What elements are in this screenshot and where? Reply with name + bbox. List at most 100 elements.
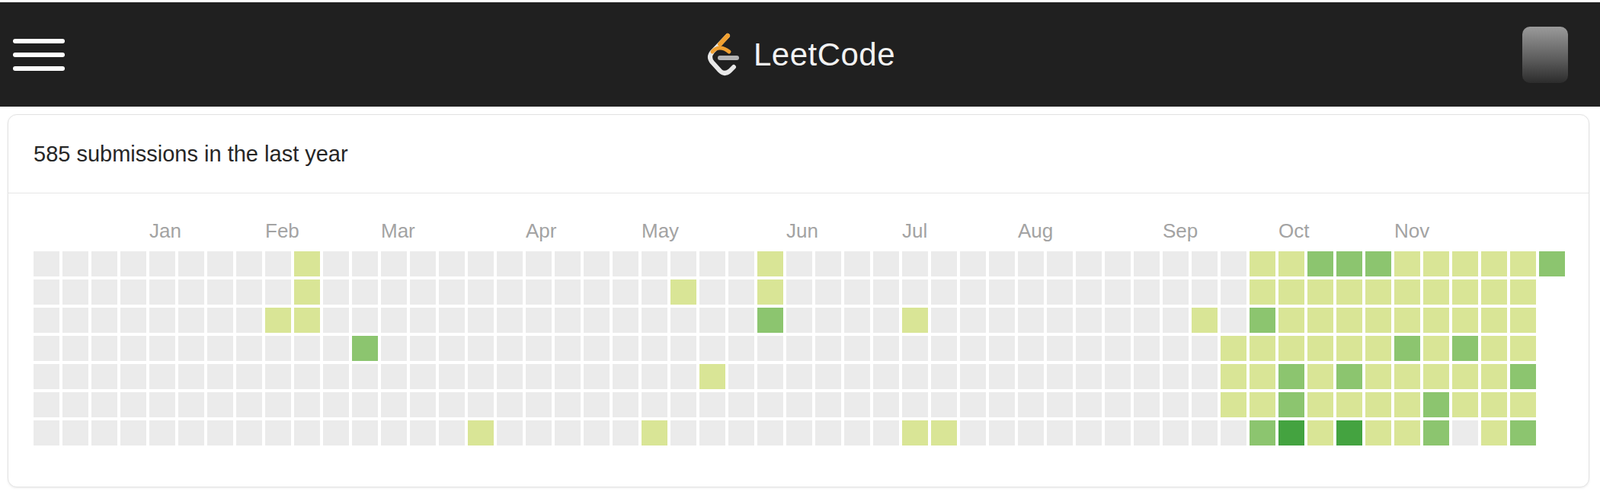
day-cell[interactable] (670, 392, 697, 418)
day-cell[interactable] (352, 336, 378, 362)
day-cell[interactable] (728, 336, 755, 362)
day-cell[interactable] (1191, 307, 1218, 333)
day-cell[interactable] (960, 251, 986, 277)
day-cell[interactable] (988, 336, 1015, 362)
day-cell[interactable] (496, 336, 523, 362)
day-cell[interactable] (207, 279, 234, 305)
day-cell[interactable] (438, 279, 465, 305)
day-cell[interactable] (496, 251, 523, 277)
day-cell[interactable] (1162, 392, 1189, 418)
day-cell[interactable] (149, 420, 176, 446)
day-cell[interactable] (612, 364, 639, 390)
day-cell[interactable] (62, 392, 89, 418)
day-cell[interactable] (902, 364, 928, 390)
day-cell[interactable] (149, 279, 176, 305)
day-cell[interactable] (1278, 336, 1305, 362)
day-cell[interactable] (1307, 392, 1334, 418)
day-cell[interactable] (1423, 420, 1450, 446)
day-cell[interactable] (1423, 279, 1450, 305)
day-cell[interactable] (91, 251, 118, 277)
day-cell[interactable] (641, 251, 668, 277)
day-cell[interactable] (1481, 251, 1508, 277)
day-cell[interactable] (1017, 364, 1044, 390)
day-cell[interactable] (931, 251, 957, 277)
day-cell[interactable] (1539, 251, 1565, 277)
day-cell[interactable] (33, 336, 60, 362)
day-cell[interactable] (178, 336, 205, 362)
day-cell[interactable] (670, 420, 697, 446)
day-cell[interactable] (1365, 392, 1392, 418)
day-cell[interactable] (496, 420, 523, 446)
day-cell[interactable] (728, 307, 755, 333)
day-cell[interactable] (757, 251, 784, 277)
day-cell[interactable] (641, 420, 668, 446)
day-cell[interactable] (1365, 307, 1392, 333)
day-cell[interactable] (844, 251, 871, 277)
day-cell[interactable] (496, 279, 523, 305)
day-cell[interactable] (1075, 364, 1102, 390)
day-cell[interactable] (1452, 392, 1479, 418)
day-cell[interactable] (294, 307, 320, 333)
day-cell[interactable] (1481, 279, 1508, 305)
day-cell[interactable] (352, 251, 378, 277)
day-cell[interactable] (409, 279, 436, 305)
day-cell[interactable] (525, 336, 552, 362)
day-cell[interactable] (960, 392, 986, 418)
day-cell[interactable] (149, 307, 176, 333)
day-cell[interactable] (1278, 251, 1305, 277)
day-cell[interactable] (583, 392, 610, 418)
day-cell[interactable] (120, 392, 147, 418)
day-cell[interactable] (902, 420, 928, 446)
day-cell[interactable] (438, 420, 465, 446)
day-cell[interactable] (583, 420, 610, 446)
day-cell[interactable] (1191, 251, 1218, 277)
day-cell[interactable] (178, 279, 205, 305)
day-cell[interactable] (1249, 251, 1276, 277)
day-cell[interactable] (178, 420, 205, 446)
day-cell[interactable] (380, 420, 407, 446)
day-cell[interactable] (1307, 251, 1334, 277)
day-cell[interactable] (1191, 336, 1218, 362)
day-cell[interactable] (1162, 364, 1189, 390)
day-cell[interactable] (438, 336, 465, 362)
day-cell[interactable] (612, 279, 639, 305)
day-cell[interactable] (409, 392, 436, 418)
day-cell[interactable] (1133, 279, 1160, 305)
day-cell[interactable] (1452, 251, 1479, 277)
day-cell[interactable] (323, 251, 349, 277)
day-cell[interactable] (1133, 251, 1160, 277)
day-cell[interactable] (1423, 336, 1450, 362)
day-cell[interactable] (1075, 420, 1102, 446)
day-cell[interactable] (1220, 364, 1247, 390)
day-cell[interactable] (1336, 364, 1363, 390)
day-cell[interactable] (641, 392, 668, 418)
day-cell[interactable] (641, 279, 668, 305)
day-cell[interactable] (612, 392, 639, 418)
day-cell[interactable] (91, 392, 118, 418)
day-cell[interactable] (699, 251, 726, 277)
day-cell[interactable] (1046, 307, 1073, 333)
day-cell[interactable] (1336, 392, 1363, 418)
day-cell[interactable] (902, 392, 928, 418)
day-cell[interactable] (1017, 307, 1044, 333)
day-cell[interactable] (149, 336, 176, 362)
day-cell[interactable] (62, 307, 89, 333)
day-cell[interactable] (1133, 364, 1160, 390)
day-cell[interactable] (1220, 279, 1247, 305)
day-cell[interactable] (902, 279, 928, 305)
day-cell[interactable] (1133, 420, 1160, 446)
day-cell[interactable] (1046, 392, 1073, 418)
day-cell[interactable] (62, 251, 89, 277)
day-cell[interactable] (236, 251, 263, 277)
day-cell[interactable] (62, 336, 89, 362)
day-cell[interactable] (1365, 336, 1392, 362)
day-cell[interactable] (844, 420, 871, 446)
day-cell[interactable] (670, 364, 697, 390)
day-cell[interactable] (960, 420, 986, 446)
day-cell[interactable] (1075, 336, 1102, 362)
day-cell[interactable] (1249, 420, 1276, 446)
day-cell[interactable] (178, 251, 205, 277)
day-cell[interactable] (960, 279, 986, 305)
day-cell[interactable] (1220, 336, 1247, 362)
day-cell[interactable] (380, 251, 407, 277)
